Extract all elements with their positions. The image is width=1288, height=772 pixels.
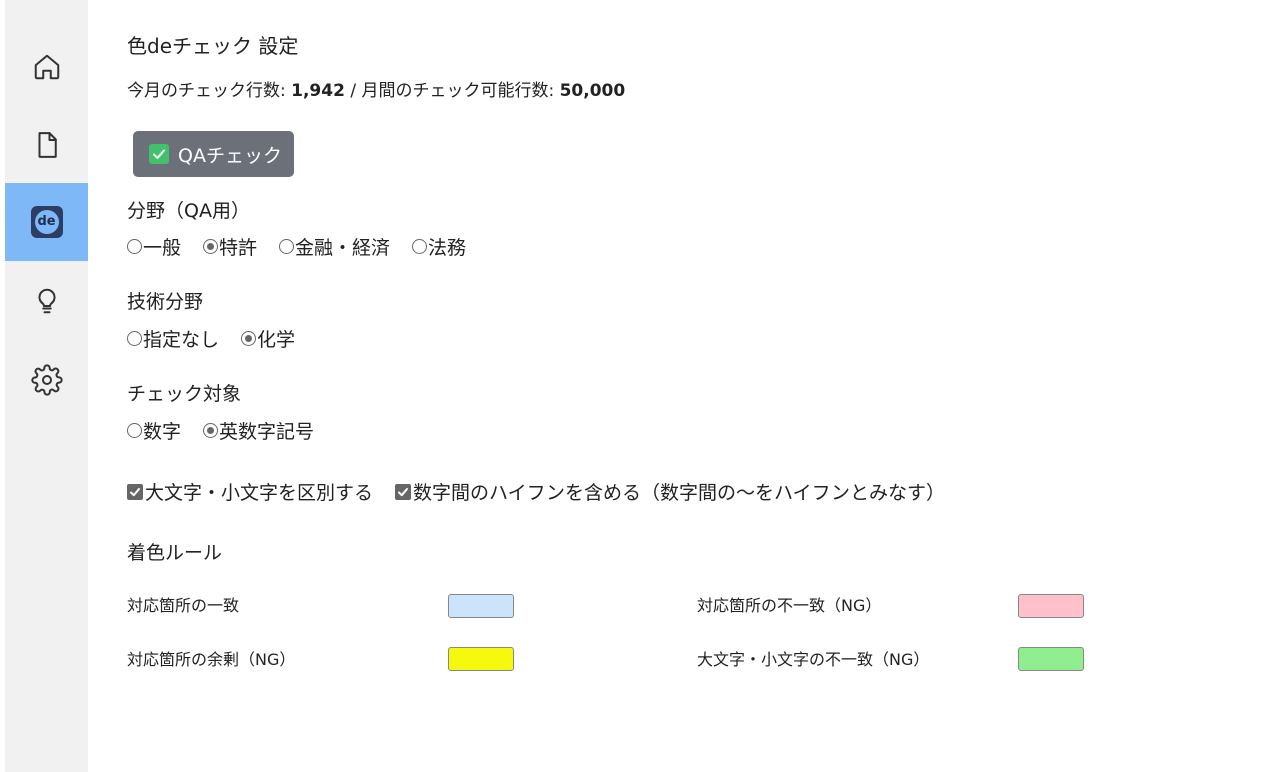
color-rules-label: 着色ルール xyxy=(127,542,223,564)
field-qa-radio-group: 一般 特許 金融・経済 法務 xyxy=(127,233,488,260)
color-swatch-surplus[interactable] xyxy=(448,647,514,671)
radio-button[interactable] xyxy=(412,239,428,254)
color-rule-label-match: 対応箇所の一致 xyxy=(127,596,240,615)
radio-option-alphanumeric[interactable]: 英数字記号 xyxy=(203,417,314,444)
page-title: 色deチェック 設定 xyxy=(127,34,299,58)
document-icon xyxy=(38,132,57,158)
checkbox-label: 大文字・小文字を区別する xyxy=(145,482,374,504)
radio-label: 指定なし xyxy=(143,329,220,351)
radio-button-selected[interactable] xyxy=(241,331,257,346)
options-checkbox-group: 大文字・小文字を区別する 数字間のハイフンを含める（数字間の〜をハイフンとみなす… xyxy=(127,478,967,505)
home-icon xyxy=(34,54,59,80)
gear-icon xyxy=(30,364,63,396)
radio-button[interactable] xyxy=(127,331,142,346)
radio-option-chemistry[interactable]: 化学 xyxy=(241,325,295,352)
sidebar: de xyxy=(5,0,88,772)
usage-limit: 50,000 xyxy=(559,81,626,101)
usage-count: 1,942 xyxy=(291,81,345,101)
radio-label: 数字 xyxy=(143,421,182,443)
radio-button[interactable] xyxy=(127,423,142,438)
sidebar-item-tips[interactable] xyxy=(5,262,88,340)
color-swatch-mismatch[interactable] xyxy=(1018,594,1084,618)
radio-button-selected[interactable] xyxy=(203,239,219,254)
color-rule-label-mismatch: 対応箇所の不一致（NG） xyxy=(697,596,882,615)
radio-button[interactable] xyxy=(127,239,142,254)
radio-option-unspecified[interactable]: 指定なし xyxy=(127,325,219,352)
checkbox-checked[interactable] xyxy=(395,483,412,500)
radio-option-finance[interactable]: 金融・経済 xyxy=(279,233,390,260)
radio-label: 化学 xyxy=(257,329,296,351)
usage-separator: / 月間のチェック可能行数: xyxy=(344,81,560,101)
color-rule-label-surplus: 対応箇所の余剰（NG） xyxy=(127,650,296,669)
sidebar-item-iro-de-check[interactable]: de xyxy=(5,183,88,261)
tech-field-radio-group: 指定なし 化学 xyxy=(127,325,317,352)
settings-panel: 色deチェック 設定 今月のチェック行数: 1,942 / 月間のチェック可能行… xyxy=(127,0,1288,772)
tech-field-label: 技術分野 xyxy=(127,291,204,313)
sidebar-item-home[interactable] xyxy=(5,28,88,106)
radio-option-numbers[interactable]: 数字 xyxy=(127,417,181,444)
radio-label: 金融・経済 xyxy=(295,237,391,259)
radio-label: 一般 xyxy=(143,237,182,259)
checkmark-icon xyxy=(149,144,169,164)
color-swatch-case-mismatch[interactable] xyxy=(1018,647,1084,671)
radio-label: 特許 xyxy=(219,237,258,259)
radio-button-selected[interactable] xyxy=(203,423,219,438)
radio-label: 英数字記号 xyxy=(219,421,315,443)
sidebar-item-document[interactable] xyxy=(5,106,88,184)
qa-check-label: QAチェック xyxy=(178,144,282,167)
color-rule-label-case-mismatch: 大文字・小文字の不一致（NG） xyxy=(697,650,930,669)
case-sensitive-option[interactable]: 大文字・小文字を区別する xyxy=(127,478,373,505)
qa-check-button[interactable]: QAチェック xyxy=(133,131,294,177)
check-target-label: チェック対象 xyxy=(127,383,242,405)
iro-de-check-logo-icon: de xyxy=(30,206,63,238)
radio-option-general[interactable]: 一般 xyxy=(127,233,181,260)
color-swatch-match[interactable] xyxy=(448,594,514,618)
include-hyphen-option[interactable]: 数字間のハイフンを含める（数字間の〜をハイフンとみなす） xyxy=(395,478,945,505)
radio-option-legal[interactable]: 法務 xyxy=(412,233,466,260)
checkbox-label: 数字間のハイフンを含める（数字間の〜をハイフンとみなす） xyxy=(413,482,946,504)
usage-info: 今月のチェック行数: 1,942 / 月間のチェック可能行数: 50,000 xyxy=(127,76,625,101)
lightbulb-icon xyxy=(38,288,55,314)
radio-option-patent[interactable]: 特許 xyxy=(203,233,257,260)
logo-text: de xyxy=(34,210,59,234)
usage-prefix: 今月のチェック行数: xyxy=(127,81,292,101)
checkbox-checked[interactable] xyxy=(127,483,143,500)
radio-label: 法務 xyxy=(428,237,467,259)
radio-button[interactable] xyxy=(279,239,295,254)
check-target-radio-group: 数字 英数字記号 xyxy=(127,417,336,444)
field-qa-label: 分野（QA用） xyxy=(127,200,250,222)
sidebar-item-settings[interactable] xyxy=(5,341,88,419)
